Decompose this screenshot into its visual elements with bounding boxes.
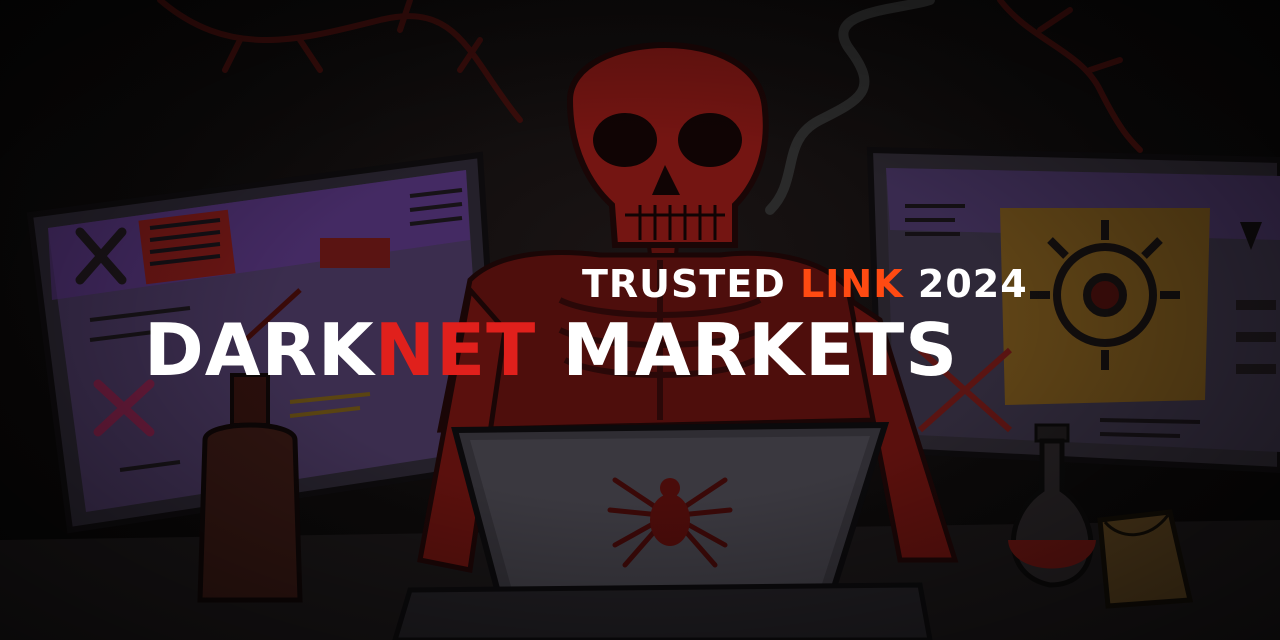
headline-dark-text: DARK bbox=[144, 308, 375, 392]
headline-link-accent: LINK bbox=[800, 262, 904, 306]
headline-year-text: 2024 bbox=[903, 262, 1028, 306]
headline-darknet-markets: DARKNET MARKETS bbox=[144, 308, 1144, 392]
headline-net-accent: NET bbox=[374, 308, 537, 392]
headline-markets-text: MARKETS bbox=[536, 308, 959, 392]
headline-trusted-text: TRUSTED bbox=[582, 262, 801, 306]
headline-trusted-link: TRUSTED LINK 2024 bbox=[582, 262, 1102, 306]
banner-scene: TRUSTED LINK 2024 DARKNET MARKETS bbox=[0, 0, 1280, 640]
